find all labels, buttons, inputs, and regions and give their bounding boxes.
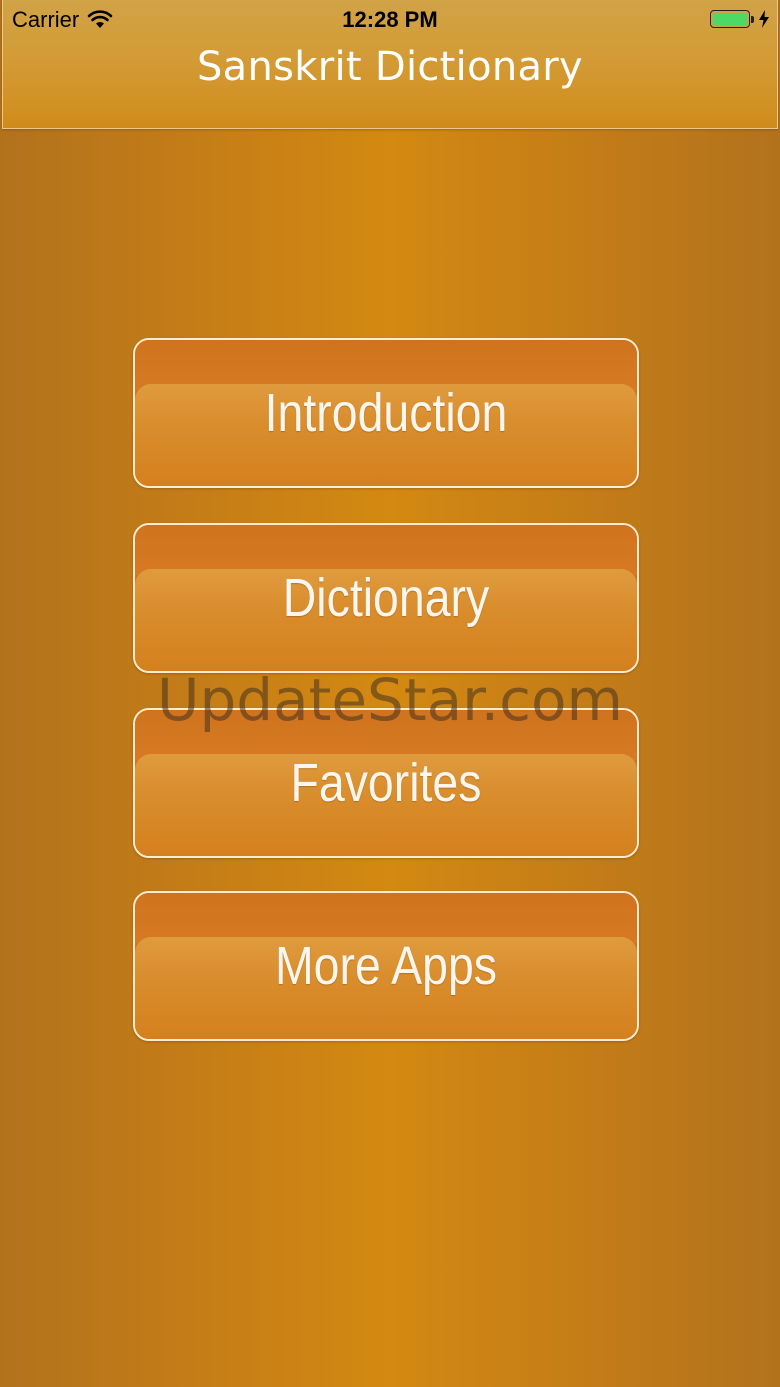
more-apps-button-label: More Apps [274,936,497,996]
page-title: Sanskrit Dictionary [196,44,584,90]
dictionary-button[interactable]: Dictionary [133,523,639,673]
introduction-button[interactable]: Introduction [133,338,639,488]
battery-tip [751,15,754,23]
favorites-button[interactable]: Favorites [133,708,639,858]
status-time: 12:28 PM [342,7,438,32]
dictionary-button-label: Dictionary [282,568,490,628]
more-apps-button[interactable]: More Apps [133,891,639,1041]
battery-level [713,13,747,25]
battery-icon [710,10,750,28]
battery-indicator [710,9,770,29]
introduction-button-label: Introduction [264,383,508,443]
bolt-icon [759,10,769,28]
favorites-button-label: Favorites [290,753,482,813]
status-bar: Carrier 12:28 PM [0,0,780,40]
